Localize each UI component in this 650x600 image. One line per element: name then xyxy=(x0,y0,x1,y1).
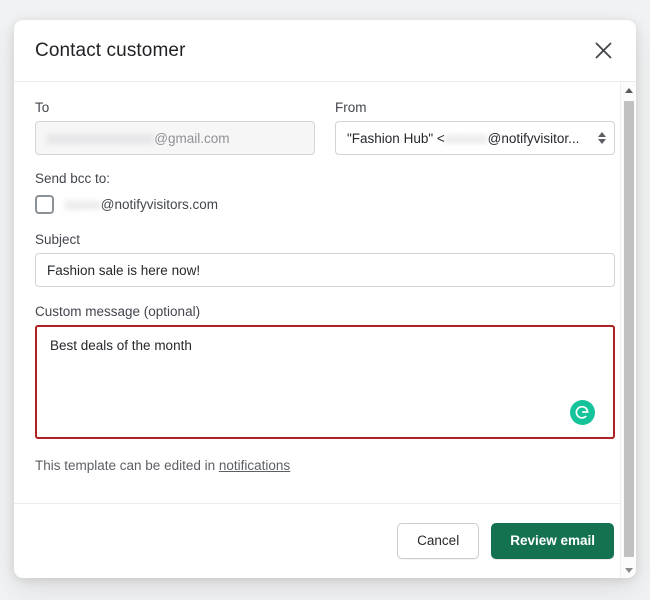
bcc-field-group: Send bcc to: xxxxx@notifyvisitors.com xyxy=(35,171,615,214)
custom-message-textarea[interactable]: Best deals of the month xyxy=(35,325,615,439)
page-title: Contact customer xyxy=(35,40,186,62)
from-value-prefix: "Fashion Hub" < xyxy=(347,131,445,146)
scroll-down-arrow-icon[interactable] xyxy=(621,562,636,578)
from-value-redacted: xxxxxx xyxy=(445,131,488,146)
from-label: From xyxy=(335,100,615,115)
to-field-group: To xxxxxxxxxxxxxxx@gmail.com xyxy=(35,100,315,155)
custom-message-field-group: Custom message (optional) Best deals of … xyxy=(35,304,615,439)
bcc-row: xxxxx@notifyvisitors.com xyxy=(35,195,615,214)
cancel-button[interactable]: Cancel xyxy=(397,523,479,559)
dialog-footer: Cancel Review email xyxy=(14,503,636,577)
scroll-up-arrow-icon[interactable] xyxy=(621,82,636,98)
subject-label: Subject xyxy=(35,232,615,247)
dialog-scrollbar[interactable] xyxy=(620,82,636,578)
close-icon[interactable] xyxy=(588,36,618,66)
contact-customer-dialog: Contact customer To xxxxxxxxxxxxxxx@gmai… xyxy=(14,20,636,578)
template-note-text: This template can be edited in xyxy=(35,458,215,473)
scrollbar-thumb[interactable] xyxy=(624,101,634,557)
grammarly-icon[interactable] xyxy=(570,400,595,425)
dialog-body: To xxxxxxxxxxxxxxx@gmail.com From "Fashi… xyxy=(14,82,636,503)
from-field-group: From "Fashion Hub" <xxxxxx@notifyvisitor… xyxy=(335,100,615,155)
to-label: To xyxy=(35,100,315,115)
subject-field-group: Subject Fashion sale is here now! xyxy=(35,232,615,287)
bcc-value-domain: @notifyvisitors.com xyxy=(101,197,218,212)
subject-input[interactable]: Fashion sale is here now! xyxy=(35,253,615,287)
bcc-label: Send bcc to: xyxy=(35,171,615,186)
recipient-row: To xxxxxxxxxxxxxxx@gmail.com From "Fashi… xyxy=(35,100,615,155)
template-note: This template can be edited in notificat… xyxy=(35,458,615,473)
bcc-email-text: xxxxx@notifyvisitors.com xyxy=(65,197,218,212)
review-email-button[interactable]: Review email xyxy=(491,523,614,559)
custom-message-label: Custom message (optional) xyxy=(35,304,615,319)
to-input: xxxxxxxxxxxxxxx@gmail.com xyxy=(35,121,315,155)
notifications-link[interactable]: notifications xyxy=(219,458,290,473)
bcc-checkbox[interactable] xyxy=(35,195,54,214)
from-select[interactable]: "Fashion Hub" <xxxxxx@notifyvisitor... xyxy=(335,121,615,155)
to-value-redacted: xxxxxxxxxxxxxxx xyxy=(47,131,154,146)
custom-message-value: Best deals of the month xyxy=(50,338,192,353)
from-value-suffix: @notifyvisitor... xyxy=(488,131,580,146)
to-value-domain: @gmail.com xyxy=(154,131,229,146)
bcc-value-redacted: xxxxx xyxy=(65,197,101,212)
dialog-header: Contact customer xyxy=(14,20,636,82)
